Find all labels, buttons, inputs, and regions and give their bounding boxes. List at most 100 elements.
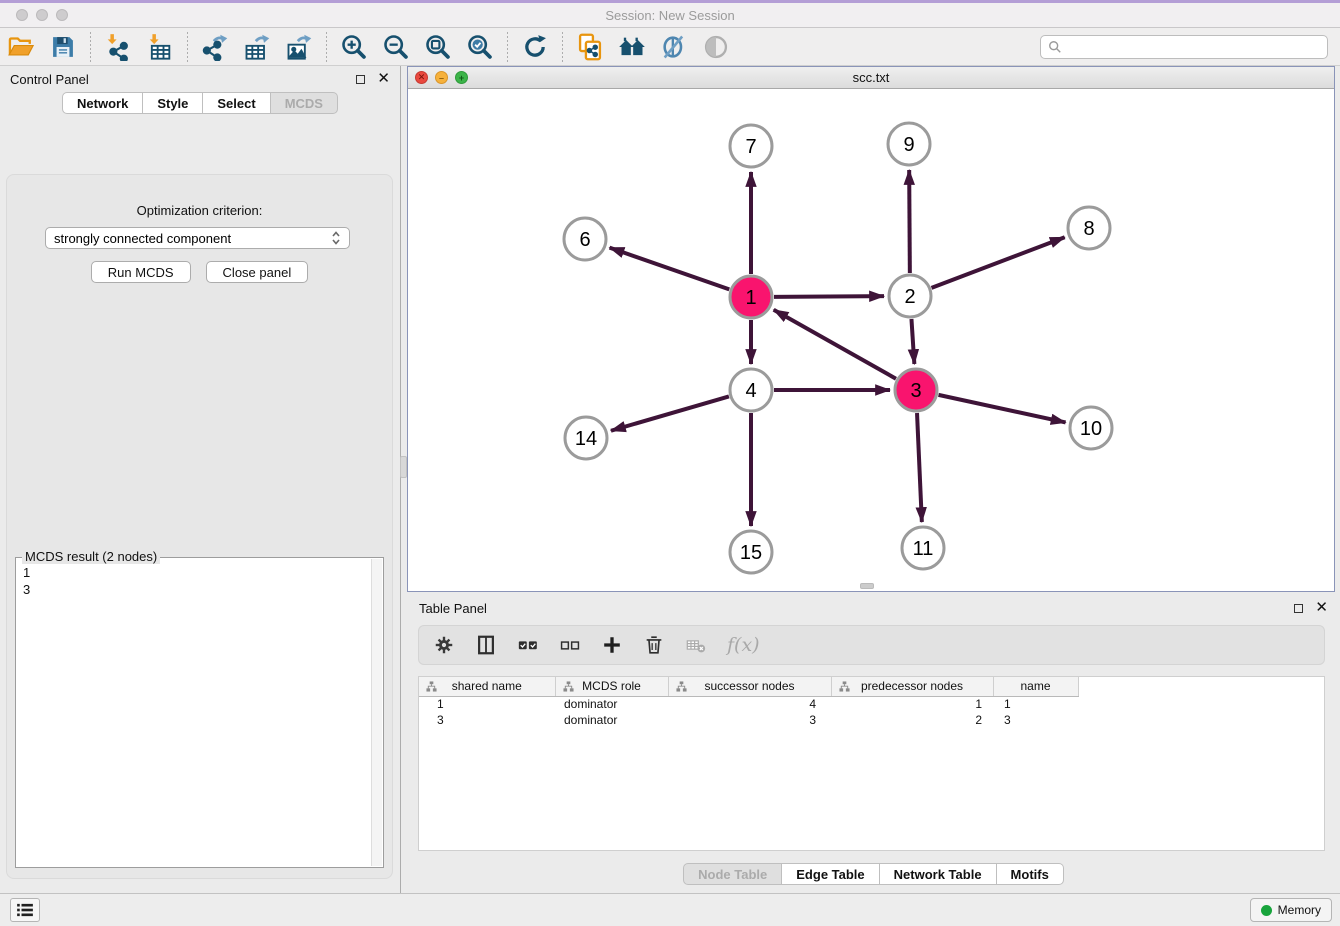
graph-node-3[interactable]: 3 bbox=[895, 369, 937, 411]
tab-style[interactable]: Style bbox=[143, 92, 203, 114]
import-network-icon[interactable] bbox=[102, 31, 134, 63]
table-cell: 2 bbox=[831, 712, 993, 728]
tab-select[interactable]: Select bbox=[203, 92, 270, 114]
tab-edge-table[interactable]: Edge Table bbox=[782, 863, 879, 885]
export-image-icon[interactable] bbox=[283, 31, 315, 63]
column-header-successor-nodes[interactable]: successor nodes bbox=[668, 677, 831, 696]
graph-node-label: 7 bbox=[745, 136, 756, 158]
tab-node-table[interactable]: Node Table bbox=[683, 863, 782, 885]
graph-node-8[interactable]: 8 bbox=[1068, 207, 1110, 249]
graph-node-14[interactable]: 14 bbox=[565, 417, 607, 459]
list-icon bbox=[16, 903, 34, 917]
table-cell: 3 bbox=[993, 712, 1078, 728]
zoom-fit-icon[interactable] bbox=[422, 31, 454, 63]
control-panel-tabs: Network Style Select MCDS bbox=[0, 92, 400, 114]
select-all-checks-icon[interactable] bbox=[517, 634, 539, 656]
graph-edge-3-11[interactable] bbox=[917, 413, 922, 522]
graph-node-15[interactable]: 15 bbox=[730, 531, 772, 573]
clone-network-icon[interactable] bbox=[574, 31, 606, 63]
graph-node-label: 6 bbox=[579, 229, 590, 251]
tab-network[interactable]: Network bbox=[62, 92, 143, 114]
horizontal-scroll-thumb[interactable] bbox=[860, 583, 874, 589]
refresh-view-icon[interactable] bbox=[519, 31, 551, 63]
zoom-in-icon[interactable] bbox=[338, 31, 370, 63]
toolbar-separator bbox=[507, 32, 508, 62]
run-mcds-button[interactable]: Run MCDS bbox=[91, 261, 191, 283]
hide-selected-icon[interactable] bbox=[658, 31, 690, 63]
memory-button[interactable]: Memory bbox=[1250, 898, 1332, 922]
zoom-out-icon[interactable] bbox=[380, 31, 412, 63]
panel-divider-grip[interactable] bbox=[400, 456, 407, 478]
graph-node-9[interactable]: 9 bbox=[888, 123, 930, 165]
deselect-all-checks-icon[interactable] bbox=[559, 634, 581, 656]
graph-node-4[interactable]: 4 bbox=[730, 369, 772, 411]
column-header-predecessor-nodes[interactable]: predecessor nodes bbox=[831, 677, 993, 696]
graph-node-2[interactable]: 2 bbox=[889, 275, 931, 317]
import-table-icon[interactable] bbox=[144, 31, 176, 63]
export-network-icon[interactable] bbox=[199, 31, 231, 63]
graph-node-label: 2 bbox=[904, 286, 915, 308]
table-panel: Table Panel ✕ f(x) bbox=[407, 595, 1340, 893]
network-canvas[interactable]: 7 9 6 8 1 2 4 3 14 10 15 11 bbox=[408, 89, 1334, 591]
first-neighbors-icon[interactable] bbox=[616, 31, 648, 63]
main-titlebar: Session: New Session bbox=[0, 3, 1340, 28]
close-panel-icon[interactable]: ✕ bbox=[377, 73, 390, 85]
table-toolbar: f(x) bbox=[418, 625, 1325, 665]
graph-node-10[interactable]: 10 bbox=[1070, 407, 1112, 449]
tab-mcds[interactable]: MCDS bbox=[271, 92, 338, 114]
search-box[interactable] bbox=[1040, 35, 1328, 59]
table-row[interactable]: 1dominator411 bbox=[419, 696, 1078, 712]
mcds-result-title: MCDS result (2 nodes) bbox=[22, 549, 160, 564]
graph-node-11[interactable]: 11 bbox=[902, 527, 944, 569]
tab-network-table[interactable]: Network Table bbox=[880, 863, 997, 885]
network-graph: 7 9 6 8 1 2 4 3 14 10 15 11 bbox=[408, 89, 1334, 591]
close-table-panel-icon[interactable]: ✕ bbox=[1315, 602, 1328, 614]
criterion-dropdown[interactable]: strongly connected component bbox=[45, 227, 350, 249]
graph-node-1[interactable]: 1 bbox=[730, 276, 772, 318]
delete-column-icon[interactable] bbox=[643, 634, 665, 656]
graph-edge-3-10[interactable] bbox=[938, 395, 1065, 423]
graph-node-7[interactable]: 7 bbox=[730, 125, 772, 167]
column-header-shared-name[interactable]: shared name bbox=[419, 677, 555, 696]
graph-edge-3-1[interactable] bbox=[774, 310, 896, 379]
graph-edge-1-2[interactable] bbox=[774, 296, 884, 297]
main-toolbar bbox=[0, 28, 1340, 66]
task-history-button[interactable] bbox=[10, 898, 40, 922]
graph-edge-2-9[interactable] bbox=[909, 170, 910, 273]
column-header-name[interactable]: name bbox=[993, 677, 1078, 696]
result-item: 3 bbox=[23, 581, 383, 598]
search-input[interactable] bbox=[1062, 37, 1327, 57]
graph-edge-1-6[interactable] bbox=[610, 248, 730, 290]
graph-edge-2-8[interactable] bbox=[932, 237, 1065, 288]
table-cell: 1 bbox=[831, 696, 993, 712]
network-view-window: ✕ – + scc.txt 7968124314101511 bbox=[407, 66, 1335, 592]
open-file-icon[interactable] bbox=[5, 31, 37, 63]
graph-node-label: 10 bbox=[1080, 418, 1102, 440]
zoom-selected-icon[interactable] bbox=[464, 31, 496, 63]
settings-gear-icon[interactable] bbox=[433, 634, 455, 656]
float-panel-icon[interactable] bbox=[356, 75, 365, 84]
result-scrollbar[interactable] bbox=[371, 559, 382, 866]
toolbar-separator bbox=[90, 32, 91, 62]
toolbar-separator bbox=[562, 32, 563, 62]
table-cell: 4 bbox=[668, 696, 831, 712]
column-layout-icon[interactable] bbox=[475, 634, 497, 656]
status-bar: Memory bbox=[0, 893, 1340, 926]
control-panel: Control Panel ✕ Network Style Select MCD… bbox=[0, 66, 401, 893]
table-row[interactable]: 3dominator323 bbox=[419, 712, 1078, 728]
application-window: Session: New Session bbox=[0, 0, 1340, 926]
result-item: 1 bbox=[23, 564, 383, 581]
mcds-panel-content: Optimization criterion: strongly connect… bbox=[6, 174, 393, 879]
node-table-grid: shared nameMCDS rolesuccessor nodesprede… bbox=[419, 677, 1079, 728]
close-panel-button[interactable]: Close panel bbox=[206, 261, 309, 283]
save-session-icon[interactable] bbox=[47, 31, 79, 63]
graph-node-6[interactable]: 6 bbox=[564, 218, 606, 260]
tab-motifs[interactable]: Motifs bbox=[997, 863, 1064, 885]
float-table-panel-icon[interactable] bbox=[1294, 604, 1303, 613]
column-header-MCDS-role[interactable]: MCDS role bbox=[555, 677, 668, 696]
export-table-icon[interactable] bbox=[241, 31, 273, 63]
graph-edge-2-3[interactable] bbox=[911, 319, 914, 364]
memory-label: Memory bbox=[1278, 903, 1321, 917]
add-column-icon[interactable] bbox=[601, 634, 623, 656]
graph-edge-4-14[interactable] bbox=[611, 396, 729, 430]
